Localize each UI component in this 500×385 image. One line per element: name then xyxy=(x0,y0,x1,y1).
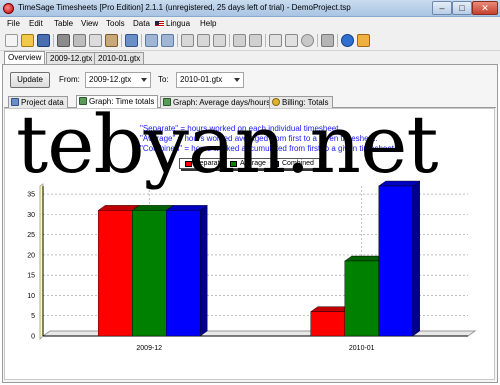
y-tick-label: 20 xyxy=(27,252,35,259)
y-tick-label: 15 xyxy=(27,273,35,280)
watermark: tebyan.net xyxy=(16,98,439,191)
bar-top xyxy=(165,205,208,211)
bar-separate-2010-01 xyxy=(310,311,345,337)
y-tick-label: 30 xyxy=(27,212,35,219)
bar-combined-2009-12 xyxy=(166,210,201,337)
y-tick-label: 5 xyxy=(31,313,35,320)
bar-combined-2010-01 xyxy=(378,185,413,337)
bar-side xyxy=(200,204,208,337)
bar-side xyxy=(412,180,420,337)
time-totals-chart: 0 5 10 15 20 25 30 35 2009-12 2010-01 xyxy=(27,180,477,352)
x-tick-label: 2010-01 xyxy=(349,345,375,352)
y-tick-label: 0 xyxy=(31,334,35,341)
y-tick-label: 35 xyxy=(27,192,35,199)
bar-separate-2009-12 xyxy=(98,210,133,337)
y-tick-label: 10 xyxy=(27,293,35,300)
bar-average-2009-12 xyxy=(132,210,167,337)
y-tick-label: 25 xyxy=(27,232,35,239)
bar-average-2010-01 xyxy=(344,260,379,337)
x-tick-label: 2009-12 xyxy=(136,345,162,352)
